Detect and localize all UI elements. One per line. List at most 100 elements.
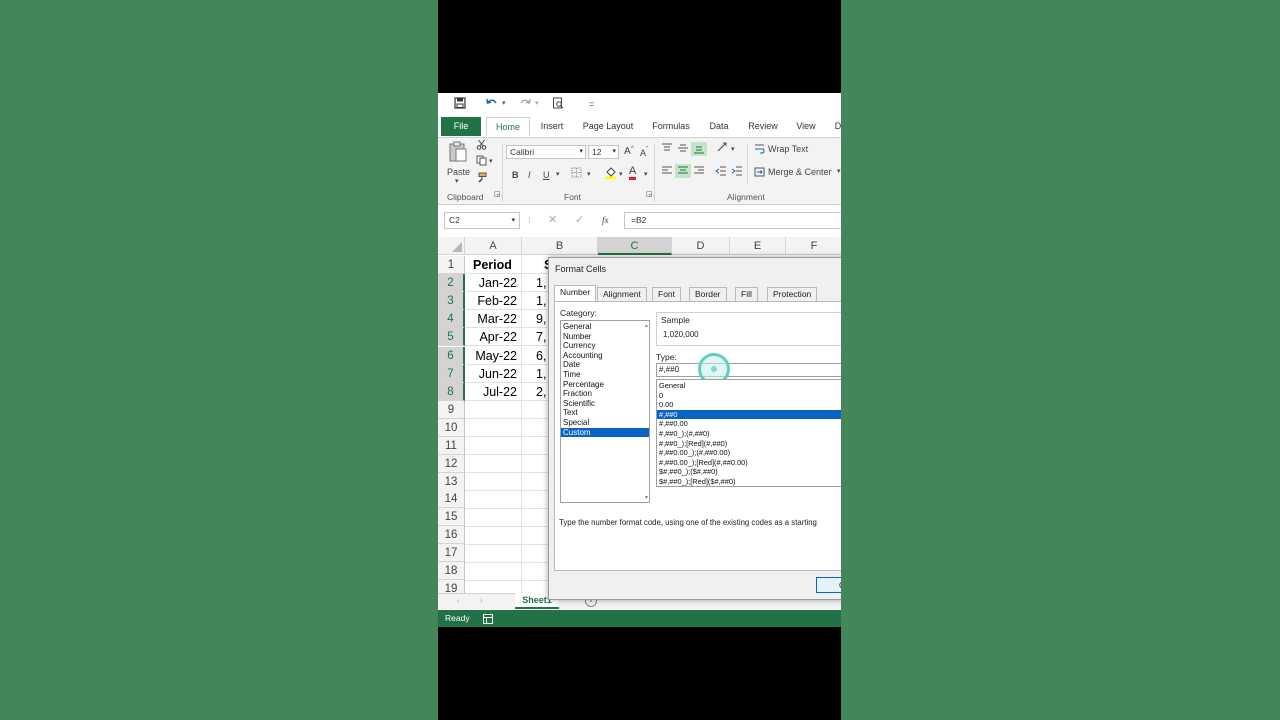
align-middle-icon[interactable] bbox=[677, 143, 689, 157]
format-item[interactable]: #,##0.00_);(#,##0.00) bbox=[657, 448, 841, 458]
tab-page-layout[interactable]: Page Layout bbox=[580, 117, 636, 136]
type-input[interactable]: #,##0 bbox=[656, 363, 841, 377]
ok-button[interactable]: O bbox=[816, 577, 841, 593]
row-header[interactable]: 18 bbox=[438, 562, 465, 580]
paste-dropdown-icon[interactable]: ▾ bbox=[455, 175, 459, 189]
fill-color-dropdown-icon[interactable]: ▾ bbox=[619, 168, 623, 182]
align-center-icon[interactable] bbox=[675, 164, 691, 178]
bold-button[interactable]: B bbox=[512, 168, 519, 182]
orientation-dropdown-icon[interactable]: ▾ bbox=[731, 143, 735, 157]
category-item[interactable]: Accounting bbox=[561, 351, 649, 361]
font-launcher-icon[interactable]: ◲ bbox=[646, 188, 653, 202]
orientation-icon[interactable] bbox=[716, 141, 730, 157]
cut-icon[interactable] bbox=[476, 139, 487, 154]
row-header[interactable]: 14 bbox=[438, 490, 465, 508]
category-item[interactable]: Special bbox=[561, 418, 649, 428]
tab-file[interactable]: File bbox=[441, 117, 481, 136]
copy-dropdown-icon[interactable]: ▾ bbox=[489, 155, 493, 169]
category-item[interactable]: General bbox=[561, 322, 649, 332]
paste-icon[interactable] bbox=[448, 141, 468, 167]
cell-period[interactable]: Mar-22 bbox=[465, 310, 522, 328]
category-item[interactable]: Scientific bbox=[561, 399, 649, 409]
tab-data[interactable]: Data bbox=[706, 117, 732, 136]
row-header[interactable]: 9 bbox=[438, 401, 465, 419]
macro-record-icon[interactable] bbox=[483, 613, 493, 627]
wrap-text-button[interactable]: Wrap Text bbox=[768, 142, 808, 156]
align-right-icon[interactable] bbox=[693, 166, 705, 180]
row-header[interactable]: 3 bbox=[438, 292, 465, 310]
row-header[interactable]: 4 bbox=[438, 310, 465, 328]
tab-number[interactable]: Number bbox=[554, 285, 597, 302]
redo-dropdown-icon[interactable]: ▾ bbox=[535, 97, 539, 111]
format-code-list[interactable]: General 0 0.00 #,##0 #,##0.00 #,##0_);(#,##0)… bbox=[656, 379, 841, 487]
category-item[interactable]: Time bbox=[561, 370, 649, 380]
format-item[interactable]: 0.00 bbox=[657, 400, 841, 410]
row-header[interactable]: 10 bbox=[438, 419, 465, 437]
column-header[interactable]: B bbox=[522, 237, 598, 255]
underline-dropdown-icon[interactable]: ▾ bbox=[556, 168, 560, 182]
tab-formulas[interactable]: Formulas bbox=[649, 117, 693, 136]
row-header[interactable]: 13 bbox=[438, 473, 465, 491]
row-header[interactable]: 12 bbox=[438, 455, 465, 473]
tab-insert[interactable]: Insert bbox=[536, 117, 568, 136]
category-item[interactable]: Percentage bbox=[561, 380, 649, 390]
format-painter-icon[interactable] bbox=[476, 172, 487, 187]
align-top-icon[interactable] bbox=[661, 143, 673, 157]
underline-button[interactable]: U bbox=[543, 168, 550, 182]
cancel-icon[interactable]: ✕ bbox=[548, 213, 557, 227]
cell-period[interactable]: Apr-22 bbox=[465, 328, 522, 346]
tab-font[interactable]: Font bbox=[652, 287, 682, 302]
format-item[interactable]: #,##0.00 bbox=[657, 419, 841, 429]
grow-font-button[interactable]: A bbox=[624, 145, 631, 159]
row-header[interactable]: 6 bbox=[438, 347, 465, 365]
cell-period[interactable]: Jun-22 bbox=[465, 365, 522, 383]
tab-review[interactable]: Review bbox=[745, 117, 781, 136]
row-header[interactable]: 2 bbox=[438, 274, 465, 292]
font-name-combo[interactable]: Calibri ▾ bbox=[506, 145, 586, 159]
row-header[interactable]: 17 bbox=[438, 544, 465, 562]
format-item[interactable]: $#,##0_);[Red]($#,##0) bbox=[657, 477, 841, 486]
row-header[interactable]: 15 bbox=[438, 508, 465, 526]
tab-alignment[interactable]: Alignment bbox=[597, 287, 647, 302]
merge-center-icon[interactable] bbox=[754, 167, 765, 181]
align-bottom-icon[interactable] bbox=[691, 142, 707, 156]
undo-icon[interactable] bbox=[485, 97, 499, 111]
cell-period[interactable]: Feb-22 bbox=[465, 292, 522, 310]
enter-icon[interactable]: ✓ bbox=[575, 213, 584, 227]
category-list[interactable]: General Number Currency Accounting Date Time P… bbox=[560, 320, 650, 503]
print-preview-icon[interactable] bbox=[552, 97, 564, 111]
italic-button[interactable]: I bbox=[528, 168, 531, 182]
tab-overflow[interactable]: D bbox=[833, 117, 841, 136]
clipboard-launcher-icon[interactable]: ◲ bbox=[494, 188, 501, 202]
font-color-button[interactable]: A bbox=[629, 165, 637, 180]
copy-icon[interactable] bbox=[476, 155, 487, 170]
merge-dropdown-icon[interactable]: ▾ bbox=[837, 165, 841, 179]
format-item[interactable]: 0 bbox=[657, 391, 841, 401]
row-header[interactable]: 16 bbox=[438, 526, 465, 544]
wrap-text-icon[interactable] bbox=[754, 144, 765, 158]
format-item[interactable]: $#,##0_);($#,##0) bbox=[657, 467, 841, 477]
row-header[interactable]: 1 bbox=[438, 256, 465, 274]
category-item[interactable]: Custom bbox=[561, 427, 649, 438]
redo-icon[interactable] bbox=[518, 97, 532, 111]
cell-period[interactable]: May-22 bbox=[465, 347, 522, 365]
select-all-corner[interactable] bbox=[438, 237, 465, 255]
scroll-sheets-right-icon[interactable]: › bbox=[480, 594, 483, 608]
row-header[interactable]: 7 bbox=[438, 365, 465, 383]
merge-center-button[interactable]: Merge & Center bbox=[768, 165, 832, 179]
format-item[interactable]: #,##0 bbox=[657, 409, 841, 420]
format-item[interactable]: #,##0_);[Red](#,##0) bbox=[657, 439, 841, 449]
column-header[interactable]: E bbox=[730, 237, 786, 255]
column-header[interactable]: C bbox=[598, 237, 672, 255]
row-header[interactable]: 8 bbox=[438, 383, 465, 401]
tab-home[interactable]: Home bbox=[486, 117, 530, 136]
category-item[interactable]: Number bbox=[561, 332, 649, 342]
save-icon[interactable] bbox=[454, 97, 466, 111]
scroll-down-icon[interactable]: ▾ bbox=[645, 494, 648, 501]
formula-input[interactable]: =B2 bbox=[624, 212, 841, 229]
column-header[interactable]: D bbox=[672, 237, 730, 255]
increase-indent-icon[interactable] bbox=[731, 166, 743, 180]
undo-dropdown-icon[interactable]: ▾ bbox=[502, 97, 506, 111]
column-header[interactable]: F bbox=[786, 237, 841, 255]
scroll-sheets-left-icon[interactable]: ‹ bbox=[457, 594, 460, 608]
